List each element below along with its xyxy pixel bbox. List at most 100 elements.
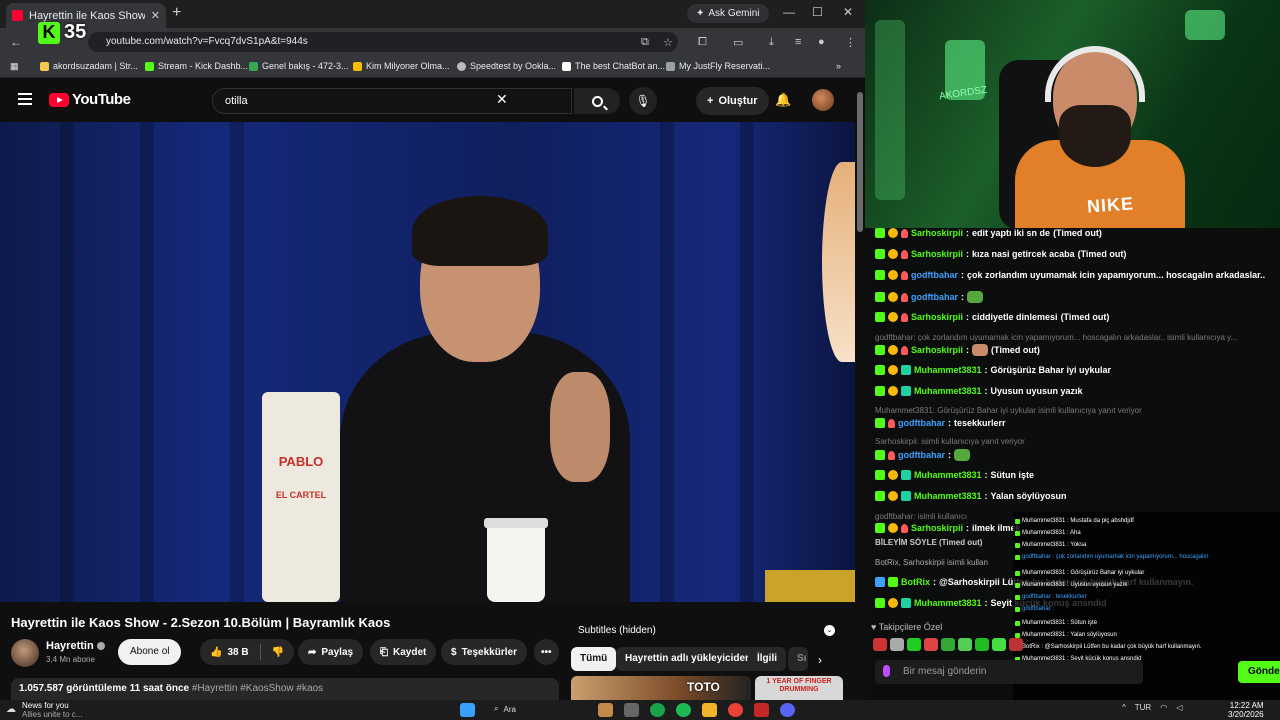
emote-icon[interactable] xyxy=(873,638,887,651)
bookmark-star-icon[interactable]: ☆ xyxy=(663,36,673,49)
close-window-icon[interactable]: ✕ xyxy=(843,5,853,19)
browser-menu-icon[interactable]: ⋮ xyxy=(845,36,856,49)
chrome-icon[interactable] xyxy=(728,703,743,717)
chat-username[interactable]: Muhammet3831 xyxy=(914,365,982,375)
xbox-icon[interactable] xyxy=(650,703,665,717)
chat-username[interactable]: Muhammet3831 xyxy=(914,598,982,608)
emote-icon[interactable] xyxy=(924,638,938,651)
scrollbar-thumb[interactable] xyxy=(857,92,863,232)
channel-name-row[interactable]: Hayrettin xyxy=(46,640,105,652)
clear-search-icon[interactable]: ✕ xyxy=(496,91,508,108)
chat-username[interactable]: Sarhoskirpii xyxy=(911,523,963,533)
chat-username[interactable]: Muhammet3831 xyxy=(914,470,982,480)
url-field[interactable]: youtube.com/watch?v=Fvcq7dvS1pA&t=944s xyxy=(88,32,678,52)
chat-username[interactable]: Sarhoskirpii xyxy=(911,312,963,322)
profile-icon[interactable]: ● xyxy=(818,36,825,48)
thanks-button[interactable]: $ Teşekkürler xyxy=(441,639,527,665)
close-tab-icon[interactable]: ✕ xyxy=(151,9,160,22)
search-button[interactable] xyxy=(574,88,620,114)
windows-start-icon[interactable] xyxy=(460,703,475,717)
description-box[interactable]: 1.057.587 görüntüleme 11 saat önce #Hayr… xyxy=(11,678,559,700)
taskbar-search[interactable]: ⌕ Ara xyxy=(494,704,516,714)
emote-icon[interactable] xyxy=(992,638,1006,651)
more-actions-button[interactable]: ••• xyxy=(534,639,559,665)
page-scrollbar[interactable] xyxy=(855,78,865,700)
extensions-icon[interactable]: ⧠ xyxy=(698,36,707,49)
pinned-app-icon[interactable] xyxy=(754,703,769,717)
dislike-icon[interactable]: 👎 xyxy=(272,647,284,658)
chat-username[interactable]: godftbahar xyxy=(911,292,958,302)
recommended-thumbnail[interactable]: TOTO xyxy=(571,676,751,700)
cast-icon[interactable]: ⧉ xyxy=(641,36,649,49)
save-button[interactable]: ⎗ Kaydet xyxy=(370,639,437,665)
create-button[interactable]: + Oluştur xyxy=(696,87,769,115)
chip-from-uploader[interactable]: Hayrettin adlı yükleyiciden xyxy=(616,647,761,671)
emote-icon[interactable] xyxy=(941,638,955,651)
share-button[interactable]: ➦ Paylaş xyxy=(298,639,364,665)
new-tab-icon[interactable]: + xyxy=(172,4,181,22)
hamburger-menu-icon[interactable] xyxy=(18,93,32,105)
chip-more[interactable]: Sı xyxy=(788,647,809,671)
emote-icon[interactable] xyxy=(975,638,989,651)
volume-icon[interactable]: ◁ xyxy=(1176,703,1182,712)
bookmark-item[interactable]: My JustFly Reservati... xyxy=(666,61,770,71)
download-icon[interactable]: ⤓ xyxy=(769,36,774,49)
search-input[interactable]: otilla xyxy=(212,88,572,114)
recommended-thumbnail[interactable]: 1 YEAR OF FINGER DRUMMING xyxy=(755,676,843,700)
tray-chevron-icon[interactable]: ^ xyxy=(1122,703,1126,712)
voice-search-button[interactable]: 🎙 xyxy=(629,87,657,115)
wifi-icon[interactable]: ◠ xyxy=(1160,703,1167,712)
chat-username[interactable]: Sarhoskirpii xyxy=(911,228,963,238)
chat-message-input[interactable]: Bir mesaj gönderin xyxy=(875,660,1143,684)
subtitles-panel[interactable]: Subtitles (hidden) ⌄ xyxy=(571,620,841,644)
like-icon[interactable]: 👍 xyxy=(210,647,222,658)
maximize-icon[interactable]: ☐ xyxy=(812,5,823,19)
hashtags[interactable]: #Hayrettin #KaosShow #kaos xyxy=(192,683,323,694)
bookmark-item[interactable]: akordsuzadam | Str... xyxy=(40,61,138,71)
bookmark-item[interactable]: Kim Milyoner Olma... xyxy=(353,61,450,71)
language-indicator[interactable]: TUR xyxy=(1135,703,1151,712)
bookmark-item[interactable]: Speedtest by Ookla... xyxy=(457,61,556,71)
news-widget[interactable]: News for you Allies unite to c... xyxy=(22,701,82,719)
back-icon[interactable]: ← xyxy=(10,35,22,49)
channel-avatar[interactable] xyxy=(11,639,39,667)
pinned-app-icon[interactable] xyxy=(598,703,613,717)
emote-icon[interactable] xyxy=(907,638,921,651)
chat-username[interactable]: Muhammet3831 xyxy=(914,491,982,501)
chat-username[interactable]: Muhammet3831 xyxy=(914,386,982,396)
apps-grid-icon[interactable]: ▦ xyxy=(10,61,19,72)
video-player[interactable]: PABLO EL CARTEL xyxy=(0,122,855,602)
chip-all[interactable]: Tümü xyxy=(571,647,617,671)
notifications-bell-icon[interactable]: 🔔 xyxy=(775,92,791,108)
minimize-icon[interactable]: — xyxy=(783,5,795,19)
ask-gemini-button[interactable]: ✦ Ask Gemini xyxy=(687,4,769,23)
weather-icon[interactable]: ☁ xyxy=(6,704,16,715)
media-icon[interactable]: ≡ xyxy=(795,36,801,48)
emote-icon[interactable] xyxy=(890,638,904,651)
emote-icon[interactable] xyxy=(1009,638,1023,651)
spotify-icon[interactable] xyxy=(676,703,691,717)
bookmark-item[interactable]: The best ChatBot an... xyxy=(562,61,665,71)
chevron-right-icon[interactable]: › xyxy=(818,653,822,667)
bookmark-item[interactable]: Genel bakış - 472-3... xyxy=(249,61,349,71)
youtube-logo[interactable]: YouTube xyxy=(49,91,131,108)
bookmarks-overflow-icon[interactable]: » xyxy=(836,61,841,71)
account-avatar[interactable] xyxy=(812,89,834,111)
chat-username[interactable]: BotRix xyxy=(901,577,930,587)
emote-icon[interactable] xyxy=(958,638,972,651)
like-count[interactable]: 38 B xyxy=(227,647,248,658)
chat-username[interactable]: godftbahar xyxy=(898,450,945,460)
sidebar-icon[interactable]: ▭ xyxy=(733,36,743,49)
bookmark-item[interactable]: Stream - Kick Dashb... xyxy=(145,61,248,71)
microphone-icon[interactable] xyxy=(883,665,890,677)
discord-icon[interactable] xyxy=(780,703,795,717)
chat-username[interactable]: godftbahar xyxy=(898,418,945,428)
chat-username[interactable]: godftbahar xyxy=(911,270,958,280)
subscribe-button[interactable]: Abone ol xyxy=(118,639,182,665)
chip-related[interactable]: İlgili xyxy=(748,647,786,671)
file-explorer-icon[interactable] xyxy=(702,703,717,717)
system-clock[interactable]: 12:22 AM 3/20/2026 xyxy=(1228,701,1264,719)
send-button[interactable]: Gönder xyxy=(1238,661,1280,683)
chat-username[interactable]: Sarhoskirpii xyxy=(911,345,963,355)
chevron-down-icon[interactable]: ⌄ xyxy=(824,625,835,636)
